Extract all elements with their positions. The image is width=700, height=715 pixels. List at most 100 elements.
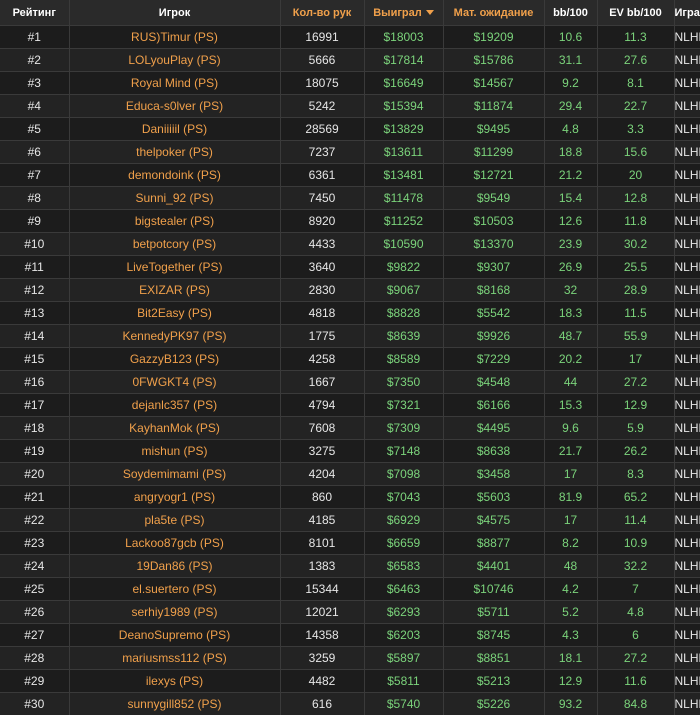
cell-hands: 4258 bbox=[280, 348, 364, 371]
cell-game: NLHE bbox=[674, 187, 700, 210]
cell-ev: $4401 bbox=[443, 555, 544, 578]
header-row: Рейтинг Игрок Кол-во рук Выиграл Мат. ож… bbox=[0, 0, 700, 26]
player-link[interactable]: mariusmss112 (PS) bbox=[122, 651, 226, 665]
player-link[interactable]: DeanoSupremo (PS) bbox=[119, 628, 230, 642]
cell-rank: #22 bbox=[0, 509, 69, 532]
cell-bb100: 29.4 bbox=[544, 95, 597, 118]
player-link[interactable]: demondoink (PS) bbox=[128, 168, 221, 182]
cell-rank: #8 bbox=[0, 187, 69, 210]
player-link[interactable]: Royal Mind (PS) bbox=[131, 76, 218, 90]
player-link[interactable]: thelpoker (PS) bbox=[136, 145, 213, 159]
player-link[interactable]: serhiy1989 (PS) bbox=[131, 605, 217, 619]
cell-won: $6293 bbox=[364, 601, 443, 624]
cell-hands: 5242 bbox=[280, 95, 364, 118]
player-link[interactable]: el.suertero (PS) bbox=[132, 582, 216, 596]
cell-rank: #1 bbox=[0, 26, 69, 49]
player-link[interactable]: LiveTogether (PS) bbox=[126, 260, 222, 274]
player-link[interactable]: 0FWGKT4 (PS) bbox=[132, 375, 216, 389]
cell-player: angryogr1 (PS) bbox=[69, 486, 280, 509]
cell-ev: $11299 bbox=[443, 141, 544, 164]
cell-rank: #13 bbox=[0, 302, 69, 325]
cell-game: NLHE bbox=[674, 532, 700, 555]
header-hands[interactable]: Кол-во рук bbox=[280, 0, 364, 26]
cell-won: $7098 bbox=[364, 463, 443, 486]
cell-hands: 7237 bbox=[280, 141, 364, 164]
header-won-label: Выиграл bbox=[373, 7, 422, 19]
cell-won: $13829 bbox=[364, 118, 443, 141]
cell-ev: $9926 bbox=[443, 325, 544, 348]
player-link[interactable]: LOLyouPlay (PS) bbox=[128, 53, 220, 67]
player-link[interactable]: GazzyB123 (PS) bbox=[130, 352, 219, 366]
cell-hands: 3259 bbox=[280, 647, 364, 670]
cell-player: Lackoo87gcb (PS) bbox=[69, 532, 280, 555]
cell-ev: $9495 bbox=[443, 118, 544, 141]
cell-game: NLHE bbox=[674, 325, 700, 348]
player-link[interactable]: KayhanMok (PS) bbox=[129, 421, 220, 435]
cell-bb100: 26.9 bbox=[544, 256, 597, 279]
player-link[interactable]: sunnygill852 (PS) bbox=[127, 697, 221, 711]
cell-rank: #10 bbox=[0, 233, 69, 256]
cell-evbb100: 10.9 bbox=[597, 532, 674, 555]
cell-game: NLHE bbox=[674, 302, 700, 325]
cell-rank: #3 bbox=[0, 72, 69, 95]
cell-bb100: 17 bbox=[544, 509, 597, 532]
player-link[interactable]: RUS)Timur (PS) bbox=[131, 30, 218, 44]
player-link[interactable]: pla5te (PS) bbox=[144, 513, 204, 527]
player-link[interactable]: EXIZAR (PS) bbox=[139, 283, 210, 297]
cell-hands: 860 bbox=[280, 486, 364, 509]
cell-won: $11252 bbox=[364, 210, 443, 233]
cell-bb100: 8.2 bbox=[544, 532, 597, 555]
header-rank[interactable]: Рейтинг bbox=[0, 0, 69, 26]
player-link[interactable]: dejanlc357 (PS) bbox=[132, 398, 217, 412]
header-won[interactable]: Выиграл bbox=[364, 0, 443, 26]
player-link[interactable]: Bit2Easy (PS) bbox=[137, 306, 212, 320]
table-row: #14KennedyPK97 (PS)1775$8639$992648.755.… bbox=[0, 325, 700, 348]
cell-game: NLHE bbox=[674, 371, 700, 394]
table-row: #4Educa-s0lver (PS)5242$15394$1187429.42… bbox=[0, 95, 700, 118]
player-link[interactable]: ilexys (PS) bbox=[146, 674, 203, 688]
header-evbb100[interactable]: EV bb/100 bbox=[597, 0, 674, 26]
cell-rank: #7 bbox=[0, 164, 69, 187]
player-link[interactable]: Sunni_92 (PS) bbox=[135, 191, 213, 205]
player-link[interactable]: mishun (PS) bbox=[141, 444, 207, 458]
cell-player: Educa-s0lver (PS) bbox=[69, 95, 280, 118]
cell-player: DeanoSupremo (PS) bbox=[69, 624, 280, 647]
cell-bb100: 18.1 bbox=[544, 647, 597, 670]
player-link[interactable]: Educa-s0lver (PS) bbox=[126, 99, 223, 113]
table-row: #2LOLyouPlay (PS)5666$17814$1578631.127.… bbox=[0, 49, 700, 72]
header-ev[interactable]: Мат. ожидание bbox=[443, 0, 544, 26]
cell-rank: #16 bbox=[0, 371, 69, 394]
header-player[interactable]: Игрок bbox=[69, 0, 280, 26]
cell-evbb100: 15.6 bbox=[597, 141, 674, 164]
table-row: #23Lackoo87gcb (PS)8101$6659$88778.210.9… bbox=[0, 532, 700, 555]
header-bb100[interactable]: bb/100 bbox=[544, 0, 597, 26]
cell-rank: #4 bbox=[0, 95, 69, 118]
header-game[interactable]: Игра bbox=[674, 0, 700, 26]
player-link[interactable]: bigstealer (PS) bbox=[135, 214, 214, 228]
cell-ev: $8877 bbox=[443, 532, 544, 555]
player-link[interactable]: betpotcory (PS) bbox=[133, 237, 216, 251]
cell-rank: #26 bbox=[0, 601, 69, 624]
cell-won: $7350 bbox=[364, 371, 443, 394]
cell-player: sunnygill852 (PS) bbox=[69, 693, 280, 715]
cell-game: NLHE bbox=[674, 164, 700, 187]
cell-hands: 1775 bbox=[280, 325, 364, 348]
cell-evbb100: 11.5 bbox=[597, 302, 674, 325]
cell-rank: #23 bbox=[0, 532, 69, 555]
player-link[interactable]: angryogr1 (PS) bbox=[134, 490, 215, 504]
player-link[interactable]: Lackoo87gcb (PS) bbox=[125, 536, 224, 550]
player-link[interactable]: 19Dan86 (PS) bbox=[136, 559, 212, 573]
cell-game: NLHE bbox=[674, 670, 700, 693]
cell-ev: $3458 bbox=[443, 463, 544, 486]
player-link[interactable]: Soydemimami (PS) bbox=[123, 467, 226, 481]
cell-won: $8589 bbox=[364, 348, 443, 371]
cell-rank: #19 bbox=[0, 440, 69, 463]
player-link[interactable]: Daniiiiil (PS) bbox=[142, 122, 207, 136]
cell-game: NLHE bbox=[674, 49, 700, 72]
cell-rank: #12 bbox=[0, 279, 69, 302]
cell-ev: $19209 bbox=[443, 26, 544, 49]
player-link[interactable]: KennedyPK97 (PS) bbox=[122, 329, 226, 343]
cell-bb100: 44 bbox=[544, 371, 597, 394]
cell-bb100: 18.3 bbox=[544, 302, 597, 325]
cell-bb100: 20.2 bbox=[544, 348, 597, 371]
